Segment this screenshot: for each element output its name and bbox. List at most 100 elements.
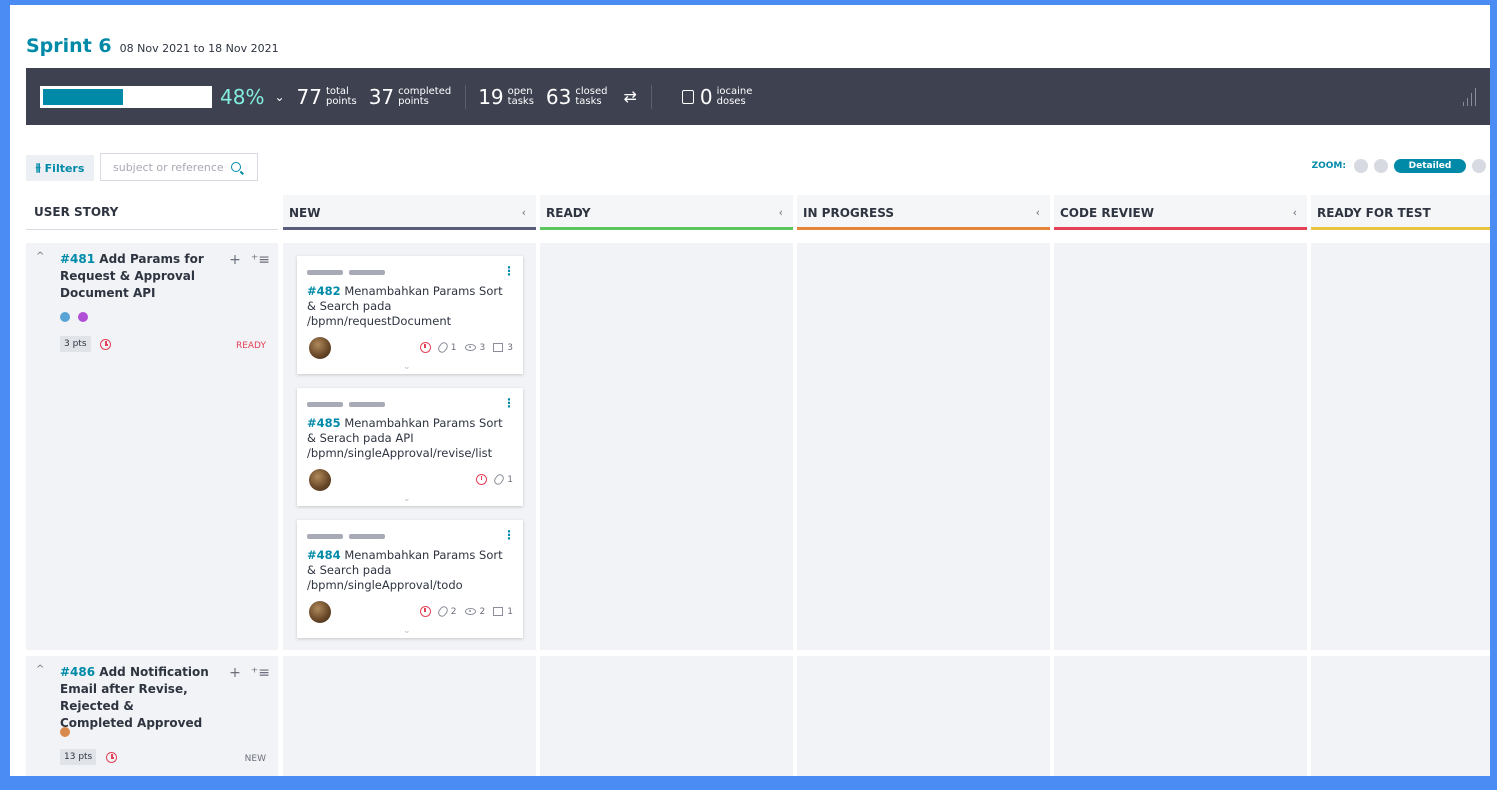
collapse-chevron-icon[interactable]: ‹: [1036, 206, 1040, 219]
card-tags: [307, 402, 385, 407]
task-card[interactable]: ⋮ #485 Menambahkan Params Sort & Serach …: [297, 388, 523, 506]
closed-tasks-value: 63: [545, 84, 572, 109]
column-header-new: NEW ‹: [283, 195, 536, 230]
column-title: READY: [546, 205, 591, 220]
taskboard: Sprint 6 08 Nov 2021 to 18 Nov 2021 48% …: [10, 5, 1490, 776]
closed-tasks-label: closed tasks: [575, 85, 608, 107]
story-status[interactable]: READY: [236, 341, 266, 351]
filters-button[interactable]: ⫵ Filters: [26, 155, 94, 181]
story-ref[interactable]: #486: [60, 665, 95, 679]
card-title[interactable]: #485 Menambahkan Params Sort & Serach pa…: [307, 416, 513, 461]
column-underline: [1054, 227, 1307, 230]
expand-chevron-icon[interactable]: ⌄: [403, 494, 411, 504]
completed-points-label: completed points: [398, 85, 452, 107]
open-tasks-stat: 19 open tasks: [478, 85, 534, 109]
story-points[interactable]: 3 pts: [60, 336, 91, 352]
card-menu-icon[interactable]: ⋮: [503, 528, 515, 542]
story-points[interactable]: 13 pts: [60, 749, 97, 765]
attachment-icon: [492, 472, 506, 487]
sprint-dates: 08 Nov 2021 to 18 Nov 2021: [119, 42, 279, 55]
zoom-level-4[interactable]: [1472, 159, 1486, 173]
expand-chevron-icon[interactable]: ⌄: [403, 626, 411, 636]
watcher-count: 3: [479, 342, 486, 353]
open-tasks-label: open tasks: [507, 85, 534, 107]
add-task-icon[interactable]: +: [229, 665, 241, 681]
task-card[interactable]: ⋮ #484 Menambahkan Params Sort & Search …: [297, 520, 523, 638]
clock-icon: [419, 606, 431, 617]
comment-icon: [493, 607, 504, 616]
story-tags: [60, 312, 88, 322]
card-tags: [307, 534, 385, 539]
lane-cell-ready: [540, 656, 793, 776]
card-menu-icon[interactable]: ⋮: [503, 264, 515, 278]
story-ref[interactable]: #481: [60, 252, 95, 266]
column-header-ready-for-test: READY FOR TEST: [1311, 195, 1490, 230]
column-title: READY FOR TEST: [1317, 205, 1431, 220]
column-header-in-progress: IN PROGRESS ‹: [797, 195, 1050, 230]
collapse-chevron-icon[interactable]: ‹: [779, 206, 783, 219]
collapse-chevron-icon[interactable]: ‹: [522, 206, 526, 219]
attachment-icon: [436, 340, 450, 355]
progress-bar: [40, 85, 212, 108]
user-story-row: ^ #481 Add Params for Request & Approval…: [26, 243, 278, 650]
sprint-name[interactable]: Sprint 6: [26, 35, 112, 57]
story-tags: [60, 727, 70, 737]
total-points-stat: 77 total points: [297, 85, 357, 109]
zoom-level-detailed[interactable]: Detailed: [1394, 159, 1466, 173]
expand-chevron-icon[interactable]: ⌄: [403, 362, 411, 372]
completed-points-stat: 37 completed points: [369, 85, 452, 109]
swap-arrows-icon[interactable]: ⇄: [623, 87, 636, 106]
search-input[interactable]: [113, 160, 231, 174]
story-actions: + ⁺≡: [229, 252, 270, 268]
column-title: NEW: [289, 205, 321, 220]
search-icon[interactable]: [231, 162, 241, 172]
graph-toggle-icon[interactable]: [1463, 88, 1476, 106]
iocaine-jar-icon: [681, 89, 694, 104]
lane-cell-in-progress: [797, 656, 1050, 776]
attachment-count: 1: [507, 474, 513, 485]
column-header-code-review: CODE REVIEW ‹: [1054, 195, 1307, 230]
lane-cell-code-review: [1054, 243, 1307, 650]
chevron-down-icon[interactable]: ⌄: [274, 90, 284, 104]
lane-cell-code-review: [1054, 656, 1307, 776]
bulk-add-icon[interactable]: ⁺≡: [251, 252, 270, 268]
zoom-level-1[interactable]: [1354, 159, 1368, 173]
lane-cell-ready-for-test: [1311, 656, 1490, 776]
lane-cell-in-progress: [797, 243, 1050, 650]
zoom-level-2[interactable]: [1374, 159, 1388, 173]
bulk-add-icon[interactable]: ⁺≡: [251, 665, 270, 681]
iocaine-stat: 0 iocaine doses: [700, 85, 753, 109]
collapse-chevron-icon[interactable]: ‹: [1293, 206, 1297, 219]
collapse-caret-icon[interactable]: ^: [36, 664, 44, 675]
add-task-icon[interactable]: +: [229, 252, 241, 268]
avatar[interactable]: [309, 469, 331, 491]
watcher-count: 2: [479, 606, 486, 617]
story-status[interactable]: NEW: [245, 754, 266, 764]
clock-icon: [100, 339, 111, 350]
eye-icon: [464, 344, 476, 351]
card-title[interactable]: #482 Menambahkan Params Sort & Search pa…: [307, 284, 513, 329]
eye-icon: [464, 608, 476, 615]
column-underline: [283, 227, 536, 230]
avatar[interactable]: [309, 337, 331, 359]
search-box[interactable]: [100, 153, 258, 181]
divider: [650, 84, 652, 109]
column-title: CODE REVIEW: [1060, 205, 1154, 220]
collapse-caret-icon[interactable]: ^: [36, 251, 44, 262]
closed-tasks-stat: 63 closed tasks: [546, 85, 608, 109]
card-menu-icon[interactable]: ⋮: [503, 396, 515, 410]
task-card[interactable]: ⋮ #482 Menambahkan Params Sort & Search …: [297, 256, 523, 374]
sprint-header: Sprint 6 08 Nov 2021 to 18 Nov 2021: [26, 35, 279, 57]
card-meta: 2 2 1: [419, 604, 513, 619]
clock-icon: [106, 752, 117, 763]
avatar[interactable]: [309, 601, 331, 623]
column-title: IN PROGRESS: [803, 205, 894, 220]
clock-icon: [419, 342, 431, 353]
iocaine-label: iocaine doses: [716, 85, 753, 107]
column-underline: [1311, 227, 1490, 230]
story-title[interactable]: #486 Add Notification Email after Revise…: [60, 664, 210, 732]
story-title[interactable]: #481 Add Params for Request & Approval D…: [60, 251, 210, 302]
card-meta: 1 3 3: [419, 340, 513, 355]
card-title[interactable]: #484 Menambahkan Params Sort & Search pa…: [307, 548, 513, 593]
comment-icon: [493, 343, 504, 352]
